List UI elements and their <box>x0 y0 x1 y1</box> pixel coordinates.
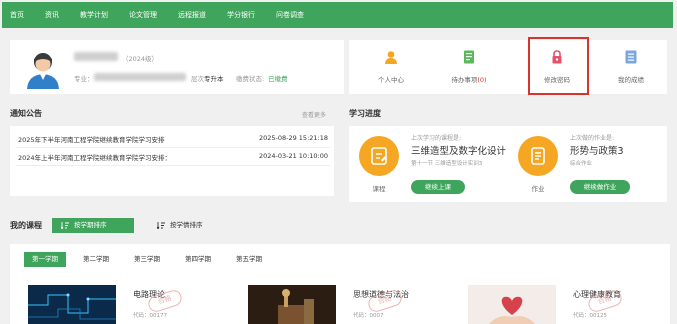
course-card[interactable]: 心理健康教育 代码：00125 合格 <box>468 285 668 324</box>
course-progress-caption: 课程 <box>372 185 386 193</box>
top-nav: 首页 资讯 教学计划 论文管理 远程报道 学分银行 问卷调查 <box>2 2 673 28</box>
homework-progress-caption: 作业 <box>531 185 545 193</box>
tab-term-3[interactable]: 第三学期 <box>126 252 168 267</box>
last-homework-name: 形势与政策3 <box>570 146 624 157</box>
course-progress-card: 课程 上次学习的课程是: 三维造型及数字化设计 第十一节 三维造型设计实训3 继… <box>349 126 508 202</box>
nav-item-remote-report[interactable]: 远程报道 <box>178 10 206 20</box>
homework-progress-circle <box>518 136 558 176</box>
nav-item-teaching-plan[interactable]: 教学计划 <box>80 10 108 20</box>
progress-title: 学习进度 <box>349 109 381 118</box>
fee-status: 已缴费 <box>268 75 288 83</box>
course-card[interactable]: 电路理论 代码：00177 合格 <box>28 285 228 324</box>
sort-by-status-button[interactable]: 按学情排序 <box>148 218 228 233</box>
notice-item-text: 2025年下半年河南工程学院继续教育学院学习安排 <box>18 136 165 144</box>
homework-icon <box>531 147 545 165</box>
notice-title: 通知公告 <box>10 109 42 118</box>
sort-by-status-label: 按学情排序 <box>170 221 203 229</box>
courses-title: 我的课程 <box>10 221 42 230</box>
course-code: 代码：0007 <box>353 313 384 319</box>
level-value: 专升本 <box>204 75 224 83</box>
progress-panel: 课程 上次学习的课程是: 三维造型及数字化设计 第十一节 三维造型设计实训3 继… <box>349 126 667 202</box>
personal-center-label: 个人中心 <box>378 76 404 84</box>
course-card[interactable]: 思想道德与法治 代码：0007 合格 <box>248 285 448 324</box>
sort-icon <box>61 222 69 229</box>
notice-item-text: 2024年上半年河南工程学院继续教育学院学习安排： <box>18 154 172 162</box>
personal-center-link[interactable]: 个人中心 <box>361 50 421 84</box>
major-label: 专业： <box>74 75 94 83</box>
my-grades-link[interactable]: 我的成绩 <box>601 50 661 84</box>
notice-panel: 2025年下半年河南工程学院继续教育学院学习安排 2025-08-29 15:2… <box>10 126 334 196</box>
todo-link[interactable]: 待办事项(0) <box>439 50 499 84</box>
nav-item-news[interactable]: 资讯 <box>45 10 59 20</box>
notice-item[interactable]: 2024年上半年河南工程学院继续教育学院学习安排： 2024-03-21 10:… <box>18 152 328 162</box>
avatar <box>27 53 59 89</box>
highlight-box <box>528 37 589 95</box>
user-icon <box>385 51 397 64</box>
nav-item-credit-bank[interactable]: 学分银行 <box>227 10 255 20</box>
course-thumbnail <box>248 285 336 324</box>
course-code: 代码：00177 <box>133 313 167 319</box>
tab-term-1[interactable]: 第一学期 <box>24 252 66 267</box>
notice-more-link[interactable]: 查看更多 <box>302 110 326 119</box>
user-grade: （2024级） <box>122 55 159 63</box>
continue-class-button[interactable]: 继续上课 <box>411 180 465 194</box>
quick-links-panel: 个人中心 待办事项(0) 修改密码 我的成绩 <box>349 37 667 95</box>
last-homework-label: 上次做的作业是: <box>570 135 615 142</box>
sort-icon <box>157 222 165 229</box>
notice-divider <box>16 165 330 166</box>
sort-by-term-button[interactable]: 按学期排序 <box>52 218 134 233</box>
nav-item-thesis[interactable]: 论文管理 <box>129 10 157 20</box>
course-code: 代码：00125 <box>573 313 607 319</box>
term-tabs: 第一学期 第二学期 第三学期 第四学期 第五学期 <box>24 252 279 267</box>
todo-icon <box>464 50 474 64</box>
course-thumbnail <box>468 285 556 324</box>
todo-label: 待办事项 <box>451 76 478 84</box>
last-course-name: 三维造型及数字化设计 <box>411 146 507 157</box>
course-progress-circle <box>359 136 399 176</box>
tab-term-5[interactable]: 第五学期 <box>228 252 270 267</box>
tab-term-2[interactable]: 第二学期 <box>75 252 117 267</box>
notice-divider <box>16 147 330 148</box>
masked-major <box>94 73 186 81</box>
notice-item-date: 2024-03-21 10:10:00 <box>258 152 328 160</box>
course-thumbnail <box>28 285 116 324</box>
homework-progress-card: 作业 上次做的作业是: 形势与政策3 综合作业 继续做作业 <box>508 126 667 202</box>
last-course-label: 上次学习的课程是: <box>411 135 462 142</box>
masked-name <box>74 52 118 61</box>
sort-by-term-label: 按学期排序 <box>74 221 107 229</box>
fee-label: 缴费状态: <box>236 75 265 83</box>
todo-count: (0) <box>477 76 487 84</box>
continue-homework-button[interactable]: 继续做作业 <box>570 180 630 194</box>
notebook-icon <box>371 147 387 165</box>
grades-icon <box>625 50 637 64</box>
notice-item[interactable]: 2025年下半年河南工程学院继续教育学院学习安排 2025-08-29 15:2… <box>18 134 328 144</box>
tab-term-4[interactable]: 第四学期 <box>177 252 219 267</box>
notice-item-date: 2025-08-29 15:21:18 <box>258 134 328 142</box>
nav-item-home[interactable]: 首页 <box>10 10 24 20</box>
user-panel: （2024级） 专业： 层次: 专升本 缴费状态: 已缴费 <box>10 40 344 94</box>
nav-item-survey[interactable]: 问卷调查 <box>276 10 304 20</box>
my-grades-label: 我的成绩 <box>618 76 644 84</box>
last-homework-type: 综合作业 <box>570 161 593 167</box>
last-course-lesson: 第十一节 三维造型设计实训3 <box>411 161 483 167</box>
